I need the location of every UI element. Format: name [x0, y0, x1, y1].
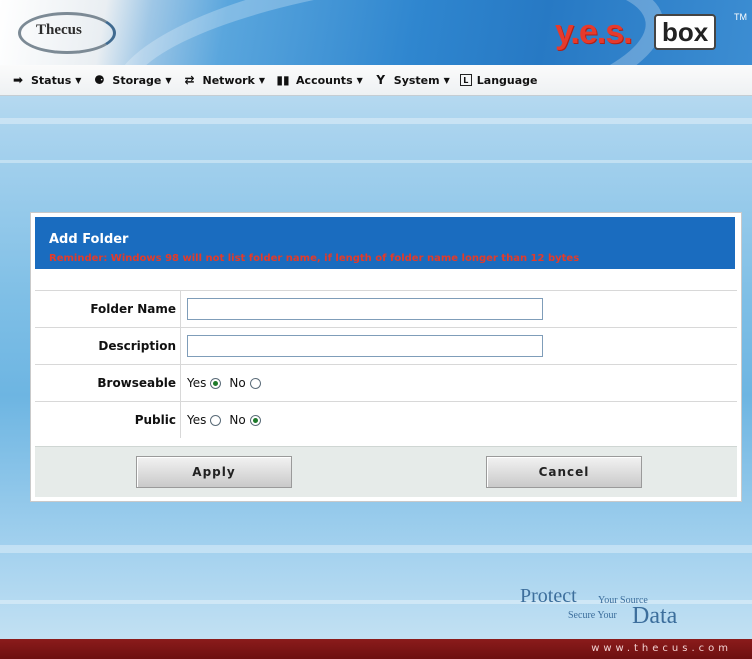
dialog-header: Add Folder Reminder: Windows 98 will not… [35, 217, 735, 269]
menu-network[interactable]: ⇄ Network ▼ [181, 73, 265, 87]
bg-streak [0, 118, 752, 124]
browseable-options: Yes No [187, 365, 269, 401]
chevron-down-icon: ▼ [356, 75, 363, 85]
browseable-yes-label: Yes [187, 376, 207, 390]
folder-name-label: Folder Name [35, 291, 181, 327]
description-value-cell [187, 328, 543, 364]
folder-name-value-cell [187, 291, 543, 327]
browseable-no-label: No [229, 376, 246, 390]
storage-icon: ⚈ [94, 73, 105, 87]
yes-logo-text: y.e.s. [555, 13, 633, 51]
protect-data-branding: Protect Your Source Secure Your Data [520, 585, 720, 635]
menu-status[interactable]: ➡ Status ▼ [10, 73, 81, 87]
public-yes-radio[interactable] [210, 414, 222, 426]
public-yes-label: Yes [187, 413, 207, 427]
footer-site-link[interactable]: www.thecus.com [591, 643, 732, 654]
chevron-down-icon: ▼ [443, 75, 450, 85]
footer-bar: www.thecus.com [0, 639, 752, 659]
branding-data: Data [632, 603, 678, 629]
menu-language[interactable]: L Language [459, 73, 538, 87]
browseable-no-radio[interactable] [249, 377, 261, 389]
bg-streak [0, 545, 752, 553]
add-folder-dialog: Add Folder Reminder: Windows 98 will not… [30, 212, 742, 502]
apply-button[interactable]: Apply [136, 456, 292, 488]
description-label: Description [35, 328, 181, 364]
chevron-down-icon: ▼ [165, 75, 172, 85]
network-icon: ⇄ [184, 73, 195, 87]
menu-system-label: System [393, 73, 440, 87]
public-options: Yes No [187, 402, 269, 438]
menu-network-label: Network [202, 73, 255, 87]
language-icon: L [459, 74, 472, 86]
main-menu-bar: ➡ Status ▼ ⚈ Storage ▼ ⇄ Network ▼ ▮▮ Ac… [0, 65, 752, 96]
menu-storage-label: Storage [112, 73, 162, 87]
chevron-down-icon: ▼ [75, 75, 82, 85]
public-no-radio[interactable] [249, 414, 261, 426]
status-icon: ➡ [12, 73, 24, 87]
browseable-row: Browseable Yes No [35, 364, 737, 401]
thecus-logo-text: Thecus [36, 22, 82, 38]
description-row: Description [35, 327, 737, 364]
dialog-button-bar: Apply Cancel [35, 446, 737, 497]
box-logo-text: box [654, 14, 717, 50]
menu-language-label: Language [476, 73, 538, 87]
menu-accounts-label: Accounts [296, 73, 353, 87]
system-icon: Y [376, 73, 386, 87]
public-label: Public [35, 402, 181, 438]
header-banner: Thecus y.e.s. box TM [0, 0, 752, 65]
trademark-mark: TM [734, 12, 747, 22]
dialog-reminder: Reminder: Windows 98 will not list folde… [49, 253, 580, 264]
menu-system[interactable]: Y System ▼ [373, 73, 450, 87]
description-input[interactable] [187, 335, 543, 357]
public-no-label: No [229, 413, 246, 427]
menu-status-label: Status [31, 73, 72, 87]
accounts-icon: ▮▮ [276, 73, 290, 87]
browseable-label: Browseable [35, 365, 181, 401]
branding-protect: Protect [520, 585, 577, 607]
thecus-logo: Thecus [18, 12, 116, 54]
dialog-title: Add Folder [49, 232, 129, 247]
bg-streak [0, 160, 752, 163]
menu-storage[interactable]: ⚈ Storage ▼ [91, 73, 171, 87]
public-row: Public Yes No [35, 401, 737, 438]
cancel-button[interactable]: Cancel [486, 456, 642, 488]
branding-secure-your: Secure Your [568, 610, 617, 621]
folder-name-input[interactable] [187, 298, 543, 320]
folder-name-row: Folder Name [35, 290, 737, 327]
chevron-down-icon: ▼ [258, 75, 266, 85]
menu-accounts[interactable]: ▮▮ Accounts ▼ [275, 73, 363, 87]
browseable-yes-radio[interactable] [210, 377, 222, 389]
